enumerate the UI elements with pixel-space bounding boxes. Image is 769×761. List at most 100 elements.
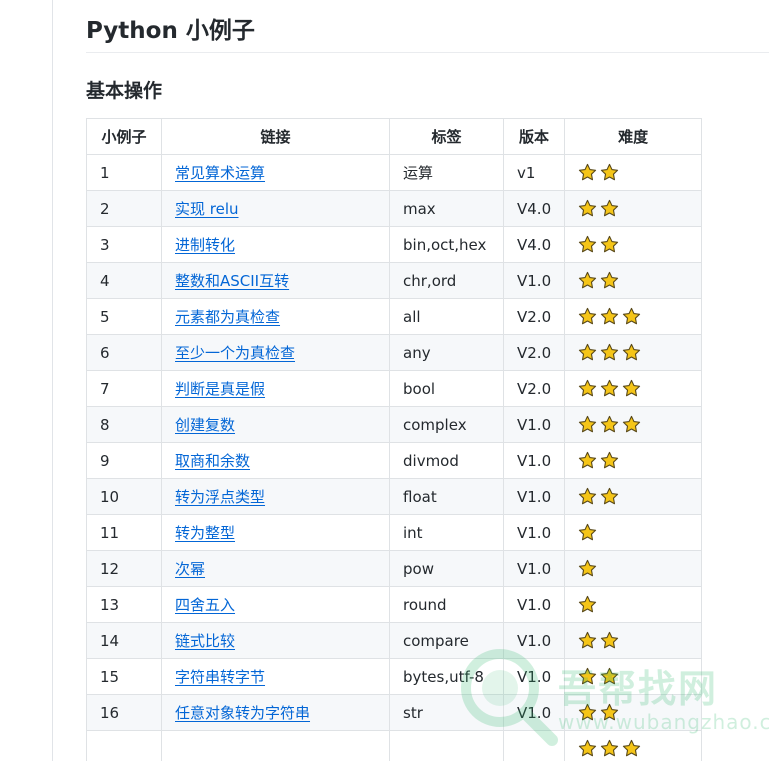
example-link[interactable]: 转为整型 xyxy=(175,524,235,542)
cell-difficulty xyxy=(564,586,703,623)
star-icon xyxy=(600,739,619,758)
cell-index: 14 xyxy=(86,622,162,659)
star-icon xyxy=(600,235,619,254)
star-icon xyxy=(578,631,597,650)
cell-link: 常见算术运算 xyxy=(161,154,390,191)
cell-difficulty xyxy=(564,190,703,227)
cell-index: 9 xyxy=(86,442,162,479)
cell-tag: int xyxy=(389,514,504,551)
cell-difficulty xyxy=(564,478,703,515)
cell-version: V1.0 xyxy=(502,478,566,515)
cell-tag: any xyxy=(389,334,504,371)
table-row: 3 进制转化 bin,oct,hex V4.0 xyxy=(86,226,703,263)
star-icon xyxy=(578,307,597,326)
cell-link: 任意对象转为字符串 xyxy=(161,694,390,731)
example-link[interactable]: 元素都为真检查 xyxy=(175,308,280,326)
cell-link: 进制转化 xyxy=(161,226,390,263)
example-link[interactable]: 至少一个为真检查 xyxy=(175,344,295,362)
cell-index: 8 xyxy=(86,406,162,443)
cell-tag: divmod xyxy=(389,442,504,479)
cell-index: 16 xyxy=(86,694,162,731)
star-icon xyxy=(578,235,597,254)
cell-tag xyxy=(389,730,504,761)
cell-index: 1 xyxy=(86,154,162,191)
example-link[interactable]: 实现 relu xyxy=(175,200,239,218)
cell-tag: bin,oct,hex xyxy=(389,226,504,263)
example-link[interactable]: 整数和ASCII互转 xyxy=(175,272,289,290)
cell-difficulty xyxy=(564,442,703,479)
star-icon xyxy=(600,163,619,182)
table-row: 5 元素都为真检查 all V2.0 xyxy=(86,298,703,335)
cell-version: V1.0 xyxy=(502,442,566,479)
cell-tag: max xyxy=(389,190,504,227)
cell-index: 4 xyxy=(86,262,162,299)
cell-version: V1.0 xyxy=(502,586,566,623)
page-title: Python 小例子 xyxy=(86,18,255,44)
example-link[interactable]: 任意对象转为字符串 xyxy=(175,704,310,722)
cell-link: 至少一个为真检查 xyxy=(161,334,390,371)
cell-link: 元素都为真检查 xyxy=(161,298,390,335)
cell-version: V4.0 xyxy=(502,190,566,227)
cell-link: 实现 relu xyxy=(161,190,390,227)
example-link[interactable]: 进制转化 xyxy=(175,236,235,254)
section-title: 基本操作 xyxy=(86,80,163,102)
example-link[interactable]: 字符串转字节 xyxy=(175,668,265,686)
cell-tag: 运算 xyxy=(389,154,504,191)
cell-link: 取商和余数 xyxy=(161,442,390,479)
left-rule xyxy=(52,0,53,761)
example-link[interactable]: 创建复数 xyxy=(175,416,235,434)
star-icon xyxy=(622,379,641,398)
star-icon xyxy=(578,739,597,758)
star-icon xyxy=(578,487,597,506)
star-icon xyxy=(578,415,597,434)
star-icon xyxy=(622,307,641,326)
star-icon xyxy=(600,307,619,326)
star-icon xyxy=(578,667,597,686)
cell-version xyxy=(502,730,566,761)
cell-version: V1.0 xyxy=(502,514,566,551)
cell-index: 13 xyxy=(86,586,162,623)
star-icon xyxy=(600,667,619,686)
difficulty-stars xyxy=(578,415,641,434)
cell-difficulty xyxy=(564,262,703,299)
cell-difficulty xyxy=(564,370,703,407)
page: Python 小例子 基本操作 小例子 链接 标签 版本 难度 1 常见算术运算 运… xyxy=(0,0,769,761)
title-divider xyxy=(86,52,769,53)
examples-table: 小例子 链接 标签 版本 难度 1 常见算术运算 运算 v1 2 实现 relu max V4… xyxy=(86,118,703,761)
header-version: 版本 xyxy=(502,118,566,155)
star-icon xyxy=(578,379,597,398)
star-icon xyxy=(578,199,597,218)
table-row xyxy=(86,730,703,761)
table-row: 13 四舍五入 round V1.0 xyxy=(86,586,703,623)
example-link[interactable]: 转为浮点类型 xyxy=(175,488,265,506)
cell-index: 15 xyxy=(86,658,162,695)
cell-index: 2 xyxy=(86,190,162,227)
example-link[interactable]: 四舍五入 xyxy=(175,596,235,614)
cell-index: 12 xyxy=(86,550,162,587)
table-row: 7 判断是真是假 bool V2.0 xyxy=(86,370,703,407)
cell-link xyxy=(161,730,390,761)
star-icon xyxy=(578,343,597,362)
cell-version: V2.0 xyxy=(502,334,566,371)
star-icon xyxy=(578,271,597,290)
star-icon xyxy=(600,451,619,470)
cell-version: V1.0 xyxy=(502,262,566,299)
table-row: 6 至少一个为真检查 any V2.0 xyxy=(86,334,703,371)
example-link[interactable]: 判断是真是假 xyxy=(175,380,265,398)
example-link[interactable]: 链式比较 xyxy=(175,632,235,650)
cell-difficulty xyxy=(564,550,703,587)
table-row: 15 字符串转字节 bytes,utf-8 V1.0 xyxy=(86,658,703,695)
star-icon xyxy=(622,739,641,758)
header-difficulty: 难度 xyxy=(564,118,703,155)
example-link[interactable]: 常见算术运算 xyxy=(175,164,265,182)
cell-difficulty xyxy=(564,730,703,761)
cell-tag: all xyxy=(389,298,504,335)
cell-index: 6 xyxy=(86,334,162,371)
cell-version: V1.0 xyxy=(502,694,566,731)
example-link[interactable]: 次幂 xyxy=(175,560,205,578)
cell-version: V4.0 xyxy=(502,226,566,263)
cell-tag: bool xyxy=(389,370,504,407)
cell-link: 字符串转字节 xyxy=(161,658,390,695)
example-link[interactable]: 取商和余数 xyxy=(175,452,250,470)
table-body: 1 常见算术运算 运算 v1 2 实现 relu max V4.0 3 进制转化 bin,oct,h… xyxy=(86,154,703,761)
